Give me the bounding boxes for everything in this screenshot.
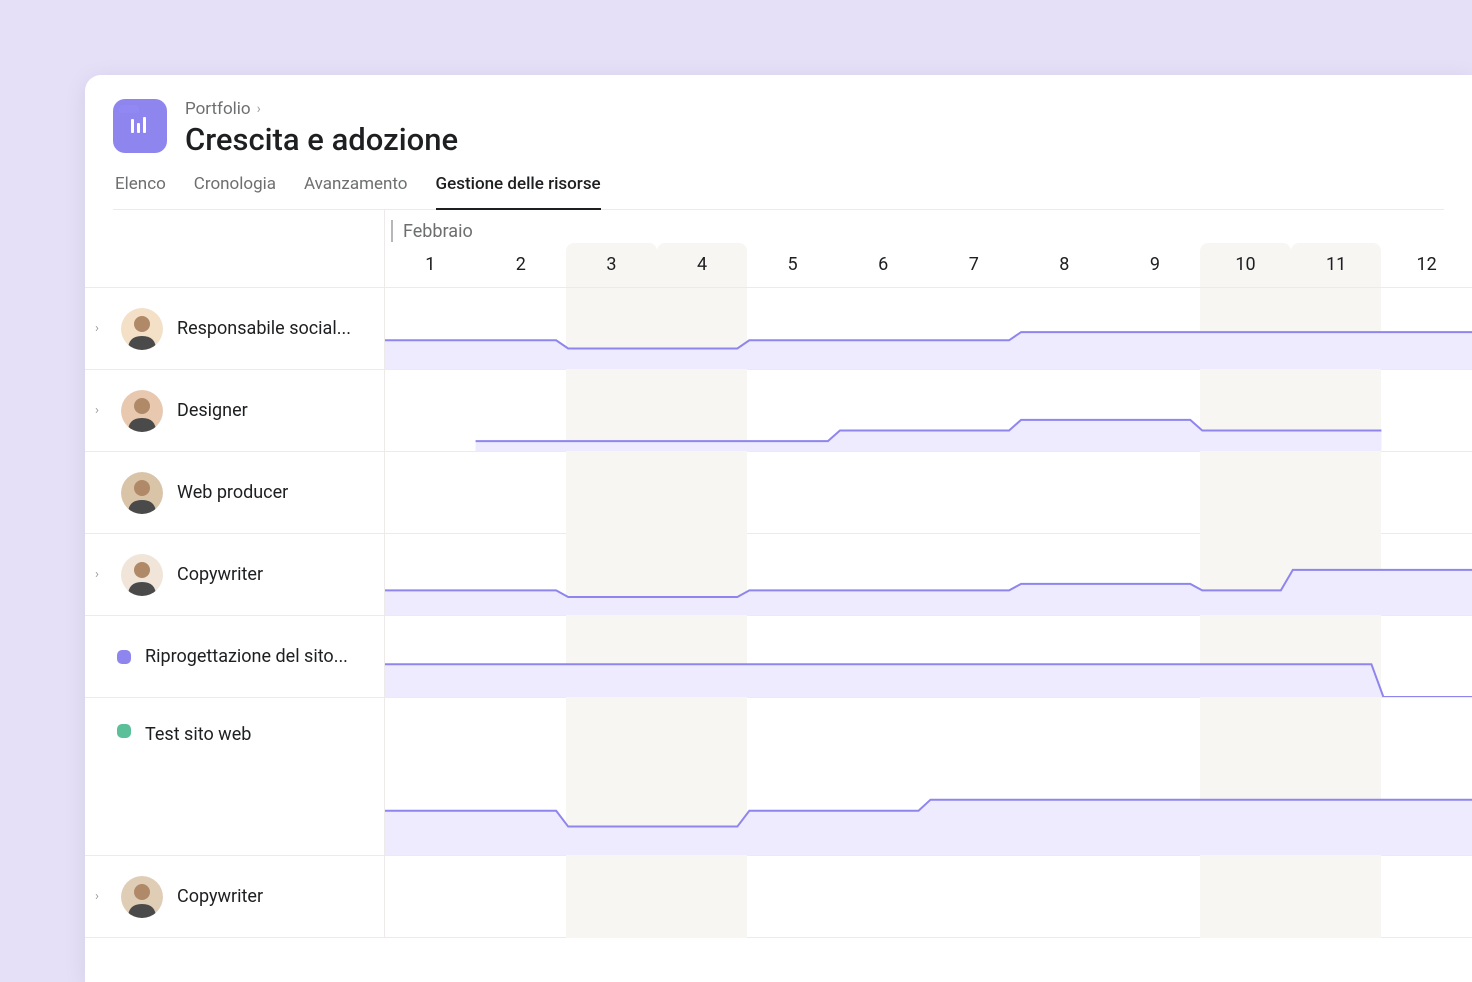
month-label: Febbraio: [391, 220, 473, 242]
day-cell: 5: [747, 243, 838, 287]
tab-elenco[interactable]: Elenco: [115, 174, 166, 210]
day-cell: 11: [1291, 243, 1382, 287]
header: Portfolio › Crescita e adozione Elenco Cr…: [85, 75, 1472, 210]
task-row[interactable]: Riprogettazione del sito...: [85, 616, 1472, 698]
resource-row[interactable]: › Copywriter: [85, 534, 1472, 616]
color-dot-icon: [117, 650, 131, 664]
resource-row[interactable]: › Copywriter: [85, 856, 1472, 938]
row-label: Designer: [177, 400, 248, 421]
row-label: Copywriter: [177, 886, 263, 907]
day-cell: 12: [1381, 243, 1472, 287]
day-cell: 9: [1110, 243, 1201, 287]
workload-chart: [385, 369, 1472, 451]
day-cell: 7: [928, 243, 1019, 287]
resource-rows: › Responsabile social...› Designer Web p…: [85, 288, 1472, 938]
day-cell: 8: [1019, 243, 1110, 287]
avatar: [121, 876, 163, 918]
row-label: Copywriter: [177, 564, 263, 585]
workload-chart: [385, 697, 1472, 855]
workload-chart: [385, 533, 1472, 615]
row-label: Web producer: [177, 482, 288, 503]
workload-chart: [385, 287, 1472, 369]
timeline-header: Febbraio 123456789101112: [85, 210, 1472, 288]
resource-row[interactable]: › Designer: [85, 370, 1472, 452]
month-marker-icon: [391, 220, 393, 242]
avatar: [121, 308, 163, 350]
row-label: Riprogettazione del sito...: [145, 646, 348, 667]
tabs: Elenco Cronologia Avanzamento Gestione dell…: [113, 174, 1444, 210]
row-label: Responsabile social...: [177, 318, 351, 339]
avatar: [121, 554, 163, 596]
portfolio-folder-icon: [113, 99, 167, 153]
day-cell: 4: [657, 243, 748, 287]
month-text: Febbraio: [403, 221, 473, 242]
color-dot-icon: [117, 724, 131, 738]
resource-row[interactable]: Web producer: [85, 452, 1472, 534]
breadcrumb[interactable]: Portfolio ›: [185, 99, 1444, 119]
day-cell: 3: [566, 243, 657, 287]
resource-row[interactable]: › Responsabile social...: [85, 288, 1472, 370]
day-cell: 6: [838, 243, 929, 287]
avatar: [121, 472, 163, 514]
day-cell: 2: [476, 243, 567, 287]
workload-chart: [385, 615, 1472, 697]
chevron-right-icon[interactable]: ›: [95, 403, 107, 418]
page-title: Crescita e adozione: [185, 121, 1444, 158]
chevron-right-icon[interactable]: ›: [95, 567, 107, 582]
avatar: [121, 390, 163, 432]
row-label: Test sito web: [145, 724, 251, 745]
chevron-right-icon: ›: [257, 101, 261, 117]
tab-cronologia[interactable]: Cronologia: [194, 174, 276, 210]
day-cell: 1: [385, 243, 476, 287]
tab-gestione-delle-risorse[interactable]: Gestione delle risorse: [436, 174, 601, 210]
app-window: Portfolio › Crescita e adozione Elenco Cr…: [85, 75, 1472, 982]
tab-avanzamento[interactable]: Avanzamento: [304, 174, 408, 210]
chevron-right-icon[interactable]: ›: [95, 321, 107, 336]
task-row[interactable]: Test sito web: [85, 698, 1472, 856]
breadcrumb-label: Portfolio: [185, 99, 251, 119]
day-cell: 10: [1200, 243, 1291, 287]
chevron-right-icon[interactable]: ›: [95, 889, 107, 904]
